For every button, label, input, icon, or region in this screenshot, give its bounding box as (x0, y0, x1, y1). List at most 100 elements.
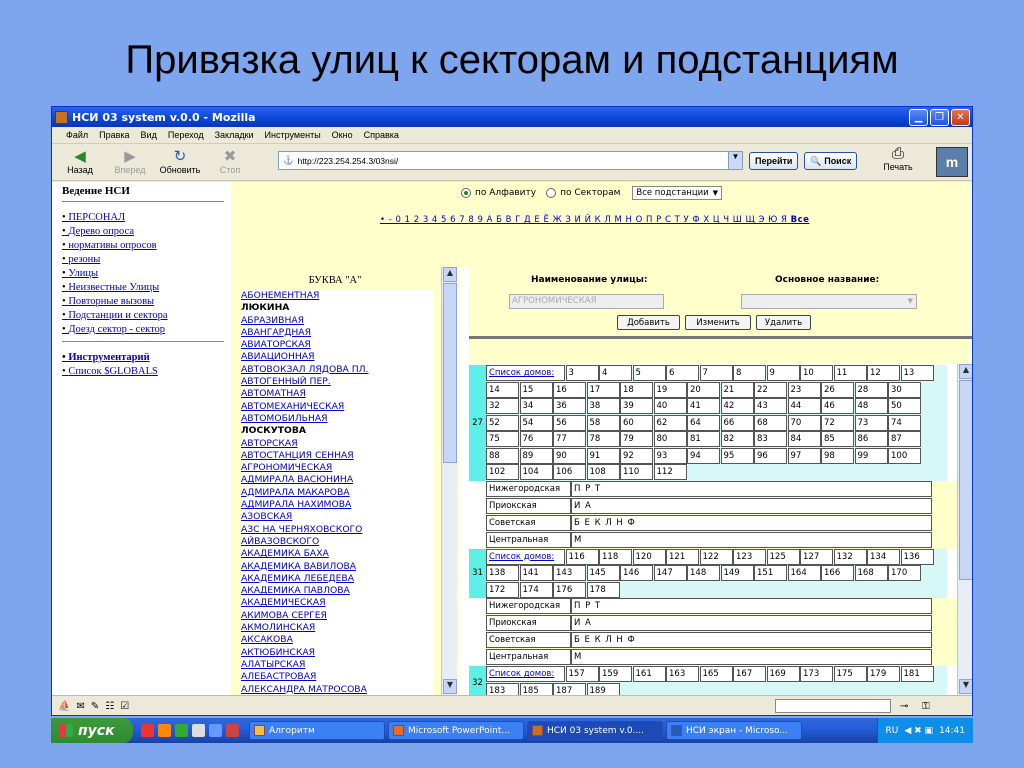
back-button[interactable]: ◀ Назад (58, 149, 102, 176)
nav-item[interactable]: Повторные вызовы (62, 295, 231, 309)
main-name-select[interactable]: ▼ (741, 294, 917, 309)
task-nsi-word[interactable]: НСИ экран - Microso... (666, 721, 802, 740)
nav-tool-item[interactable]: Список $GLOBALS (62, 365, 231, 379)
sector-radio[interactable] (546, 188, 557, 198)
street-item[interactable]: АГРОНОМИЧЕСКАЯ (241, 462, 433, 475)
street-item[interactable]: АВТОМАТНАЯ (241, 388, 433, 401)
street-item[interactable]: АДМИРАЛА НАХИМОВА (241, 499, 433, 512)
edit-button[interactable]: Изменить (685, 315, 751, 330)
scroll-down-icon[interactable]: ▼ (959, 679, 972, 694)
street-item[interactable]: АВИАЦИОННАЯ (241, 351, 433, 364)
menu-item[interactable]: Вид (141, 130, 157, 140)
street-item[interactable]: АЛЕБАСТРОВАЯ (241, 671, 433, 684)
street-item[interactable]: АВТОСТАНЦИЯ СЕННАЯ (241, 449, 433, 463)
disk-icon[interactable] (209, 724, 222, 737)
nav-item[interactable]: Неизвестные Улицы (62, 281, 231, 295)
street-item[interactable]: АЗОВСКАЯ (241, 511, 433, 524)
street-item[interactable]: АКМОЛИНСКАЯ (241, 622, 433, 635)
add-button[interactable]: Добавить (617, 315, 680, 330)
street-item[interactable]: АЛЕКСАНДРА МАТРОСОВА (241, 683, 433, 695)
street-item[interactable]: АДМИРАЛА ВАСЮНИНА (241, 474, 433, 487)
street-item[interactable]: АКИМОВА СЕРГЕЯ (241, 609, 433, 623)
scroll-thumb[interactable] (443, 283, 457, 463)
house-list-link[interactable]: Список домов: (486, 666, 565, 682)
print-button[interactable]: ⎙ Печать (876, 146, 920, 173)
go-button[interactable]: Перейти (749, 152, 799, 170)
tray-icons[interactable]: ◀ ✖ ▣ (904, 726, 933, 736)
scroll-up-icon[interactable]: ▲ (443, 267, 457, 282)
menu-item[interactable]: Окно (332, 130, 353, 140)
maximize-button[interactable]: ❐ (930, 108, 949, 126)
street-item[interactable]: АЗС НА ЧЕРНЯХОВСКОГО (241, 523, 433, 536)
street-item[interactable]: АКАДЕМИКА ПАВЛОВА (241, 585, 433, 598)
street-item[interactable]: АБРАЗИВНАЯ (241, 314, 433, 327)
task-nsi-browser[interactable]: НСИ 03 system v.0.... (527, 721, 663, 740)
menu-item[interactable]: Переход (168, 130, 204, 140)
alpha-radio[interactable] (461, 188, 471, 198)
nav-item[interactable]: Дерево опроса (62, 225, 231, 239)
delete-button[interactable]: Удалить (756, 315, 811, 330)
nav-item[interactable]: нормативы опросов (62, 239, 231, 253)
all-link[interactable]: Все (791, 215, 810, 225)
chat-icon[interactable]: ☑ (120, 701, 129, 712)
menu-item[interactable]: Файл (66, 130, 88, 140)
scroll-up-icon[interactable]: ▲ (959, 364, 972, 379)
menu-item[interactable]: Закладки (215, 130, 254, 140)
start-button[interactable]: пуск (51, 718, 133, 743)
task-algorithm[interactable]: Алгоритм (249, 721, 385, 740)
alphabet-links[interactable]: • - 0 1 2 3 4 5 6 7 8 9 А Б В Г Д Е Ё Ж … (380, 215, 809, 225)
chevron-down-icon[interactable]: ▼ (728, 152, 742, 169)
language-indicator[interactable]: RU (886, 726, 899, 736)
street-item[interactable]: АВТОГЕННЫЙ ПЕР. (241, 376, 433, 389)
firefox-icon[interactable] (158, 724, 171, 737)
nav-item[interactable]: Доезд сектор - сектор (62, 323, 231, 337)
scroll-thumb[interactable] (959, 380, 972, 580)
url-field[interactable]: ⚓ http://223.254.254.3/03nsi/▼ (278, 151, 743, 170)
grid-scrollbar[interactable]: ▲ ▼ (957, 364, 972, 695)
street-item[interactable]: АКАДЕМИКА ВАВИЛОВА (241, 560, 433, 573)
composer-icon[interactable]: ✎ (91, 701, 99, 712)
opera-icon[interactable] (141, 724, 154, 737)
street-item[interactable]: АКСАКОВА (241, 634, 433, 647)
street-item[interactable]: АВТОВОКЗАЛ ЛЯДОВА ПЛ. (241, 363, 433, 377)
menu-item[interactable]: Справка (364, 130, 399, 140)
house-list-link[interactable]: Список домов: (486, 548, 565, 565)
forward-button[interactable]: ▶ Вперед (108, 149, 152, 176)
minimize-button[interactable]: ▁ (909, 108, 928, 126)
street-scrollbar[interactable]: ▲ ▼ (441, 267, 457, 695)
street-item[interactable]: АКТЮБИНСКАЯ (241, 646, 433, 659)
mail-icon[interactable]: ✉ (76, 701, 84, 712)
street-item[interactable]: АВАНГАРДНАЯ (241, 326, 433, 340)
app-icon[interactable] (175, 724, 188, 737)
nav-item[interactable]: Подстанции и сектора (62, 309, 231, 323)
street-item[interactable]: АВТОМЕХАНИЧЕСКАЯ (241, 400, 433, 413)
reload-button[interactable]: ↻ Обновить (158, 149, 202, 176)
search-button[interactable]: 🔍 Поиск (804, 152, 858, 170)
menu-item[interactable]: Правка (99, 130, 129, 140)
house-list-link[interactable]: Список домов: (486, 365, 565, 381)
menu-item[interactable]: Инструменты (265, 130, 321, 140)
navigator-icon[interactable]: ⛵ (58, 701, 70, 712)
street-item[interactable]: АБОНЕМЕНТНАЯ (241, 290, 433, 303)
street-item[interactable]: АЙВАЗОВСКОГО (241, 535, 433, 549)
addressbook-icon[interactable]: ☷ (105, 701, 114, 712)
task-powerpoint[interactable]: Microsoft PowerPoint... (388, 721, 524, 740)
street-item[interactable]: АКАДЕМИКА ЛЕБЕДЕВА (241, 572, 433, 586)
substation-select[interactable]: Все подстанции ▼ (632, 186, 723, 200)
nav-item[interactable]: Улицы (62, 267, 231, 281)
street-item[interactable]: АДМИРАЛА МАКАРОВА (241, 486, 433, 500)
close-button[interactable]: ✕ (951, 108, 970, 126)
nav-tool-item[interactable]: Инструментарий (62, 351, 231, 365)
street-item[interactable]: АВТОМОБИЛЬНАЯ (241, 412, 433, 426)
street-name-input[interactable]: АГРОНОМИЧЕСКАЯ (509, 294, 664, 309)
nav-item[interactable]: резоны (62, 253, 231, 267)
street-item[interactable]: АЛАТЫРСКАЯ (241, 658, 433, 672)
street-item[interactable]: АВИАТОРСКАЯ (241, 339, 433, 352)
street-item[interactable]: АВТОРСКАЯ (241, 437, 433, 450)
tool-icon[interactable] (226, 724, 239, 737)
stop-button[interactable]: ✖ Стоп (208, 149, 252, 176)
street-item[interactable]: АКАДЕМИКА БАХА (241, 548, 433, 561)
nav-item[interactable]: ПЕРСОНАЛ (62, 211, 231, 225)
street-item[interactable]: АКАДЕМИЧЕСКАЯ (241, 597, 433, 610)
explorer-icon[interactable] (192, 724, 205, 737)
